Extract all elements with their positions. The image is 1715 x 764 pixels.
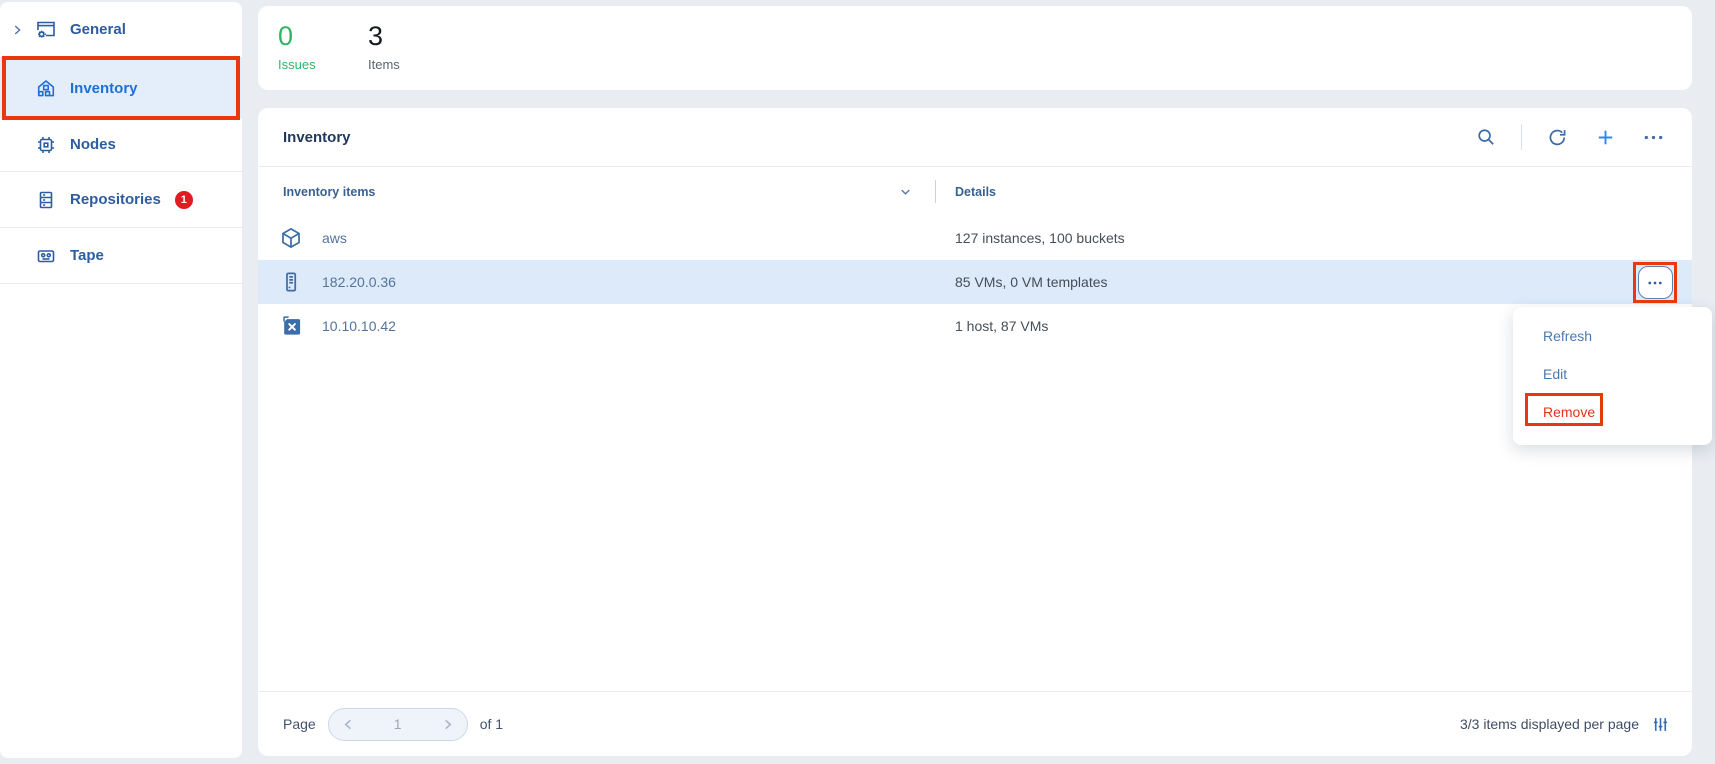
search-icon[interactable] (1473, 124, 1499, 150)
chevron-right-icon[interactable] (440, 717, 455, 732)
column-header-inventory-items[interactable]: Inventory items (283, 185, 375, 199)
sidebar-item-label: Repositories (70, 191, 161, 208)
items-label: Items (368, 57, 408, 72)
panel-toolbar (1473, 124, 1666, 150)
sidebar-item-inventory[interactable]: Inventory (0, 58, 242, 118)
panel-title: Inventory (283, 129, 351, 146)
general-gear-window-icon (34, 18, 58, 42)
row-more-button[interactable] (1638, 266, 1673, 299)
chevron-right-icon[interactable] (10, 23, 24, 37)
sidebar-item-label: Inventory (70, 80, 138, 97)
issues-count: 0 (278, 19, 318, 53)
table-row[interactable]: aws 127 instances, 100 buckets (258, 216, 1692, 260)
item-name[interactable]: 10.10.10.42 (322, 318, 396, 334)
summary-stats-card: 0 Issues 3 Items (258, 6, 1692, 90)
page-number-value[interactable]: 1 (394, 716, 402, 732)
inventory-warehouse-icon (34, 76, 58, 100)
host-document-icon (278, 313, 304, 339)
page-total-label: of 1 (480, 716, 503, 732)
item-details: 85 VMs, 0 VM templates (955, 274, 1108, 290)
table-header-row: Inventory items Details (258, 167, 1692, 216)
cloud-cube-icon (278, 225, 304, 251)
repositories-count-badge: 1 (175, 191, 193, 209)
page-label: Page (283, 716, 316, 732)
menu-item-refresh[interactable]: Refresh (1513, 317, 1712, 355)
sidebar-item-nodes[interactable]: Nodes (0, 118, 242, 172)
sidebar-item-general[interactable]: General (0, 2, 242, 58)
issues-stat[interactable]: 0 Issues (278, 19, 318, 90)
sidebar-item-tape[interactable]: Tape (0, 228, 242, 284)
column-header-details[interactable]: Details (955, 185, 996, 199)
panel-header: Inventory (258, 108, 1692, 167)
issues-label: Issues (278, 57, 318, 72)
repositories-stack-icon (34, 188, 58, 212)
item-details: 1 host, 87 VMs (955, 318, 1048, 334)
tape-cassette-icon (34, 244, 58, 268)
refresh-icon[interactable] (1544, 124, 1570, 150)
table-row[interactable]: 10.10.10.42 1 host, 87 VMs (258, 304, 1692, 348)
sidebar: General Inventory Nodes (0, 2, 242, 758)
app-root: { "colors": { "annotation_red": "#e8380d… (0, 0, 1715, 764)
server-icon (278, 269, 304, 295)
sidebar-item-label: Nodes (70, 136, 116, 153)
toolbar-divider (1521, 124, 1522, 150)
inventory-panel: Inventory Inventory items Details (258, 108, 1692, 756)
chevron-left-icon[interactable] (341, 717, 356, 732)
items-stat[interactable]: 3 Items (368, 19, 408, 90)
row-context-menu: Refresh Edit Remove (1513, 307, 1712, 445)
chevron-down-icon[interactable] (898, 184, 913, 199)
item-name[interactable]: aws (322, 230, 347, 246)
nodes-chip-icon (34, 133, 58, 157)
menu-item-remove[interactable]: Remove (1513, 393, 1712, 431)
panel-footer: Page 1 of 1 3/3 items displayed per page (258, 691, 1692, 756)
more-icon[interactable] (1640, 124, 1666, 150)
items-count: 3 (368, 19, 408, 53)
column-divider[interactable] (935, 180, 936, 203)
items-per-page-label: 3/3 items displayed per page (1460, 716, 1639, 732)
table-row-selected[interactable]: 182.20.0.36 85 VMs, 0 VM templates (258, 260, 1692, 304)
menu-item-edit[interactable]: Edit (1513, 355, 1712, 393)
item-details: 127 instances, 100 buckets (955, 230, 1125, 246)
items-per-page-info: 3/3 items displayed per page (1460, 715, 1670, 734)
pagination: Page 1 of 1 (283, 708, 503, 741)
sliders-icon[interactable] (1651, 715, 1670, 734)
sidebar-item-label: General (70, 21, 126, 38)
add-icon[interactable] (1592, 124, 1618, 150)
item-name[interactable]: 182.20.0.36 (322, 274, 396, 290)
sidebar-item-repositories[interactable]: Repositories 1 (0, 172, 242, 228)
sidebar-item-label: Tape (70, 247, 104, 264)
table-empty-space (258, 348, 1692, 691)
page-stepper: 1 (328, 708, 468, 741)
